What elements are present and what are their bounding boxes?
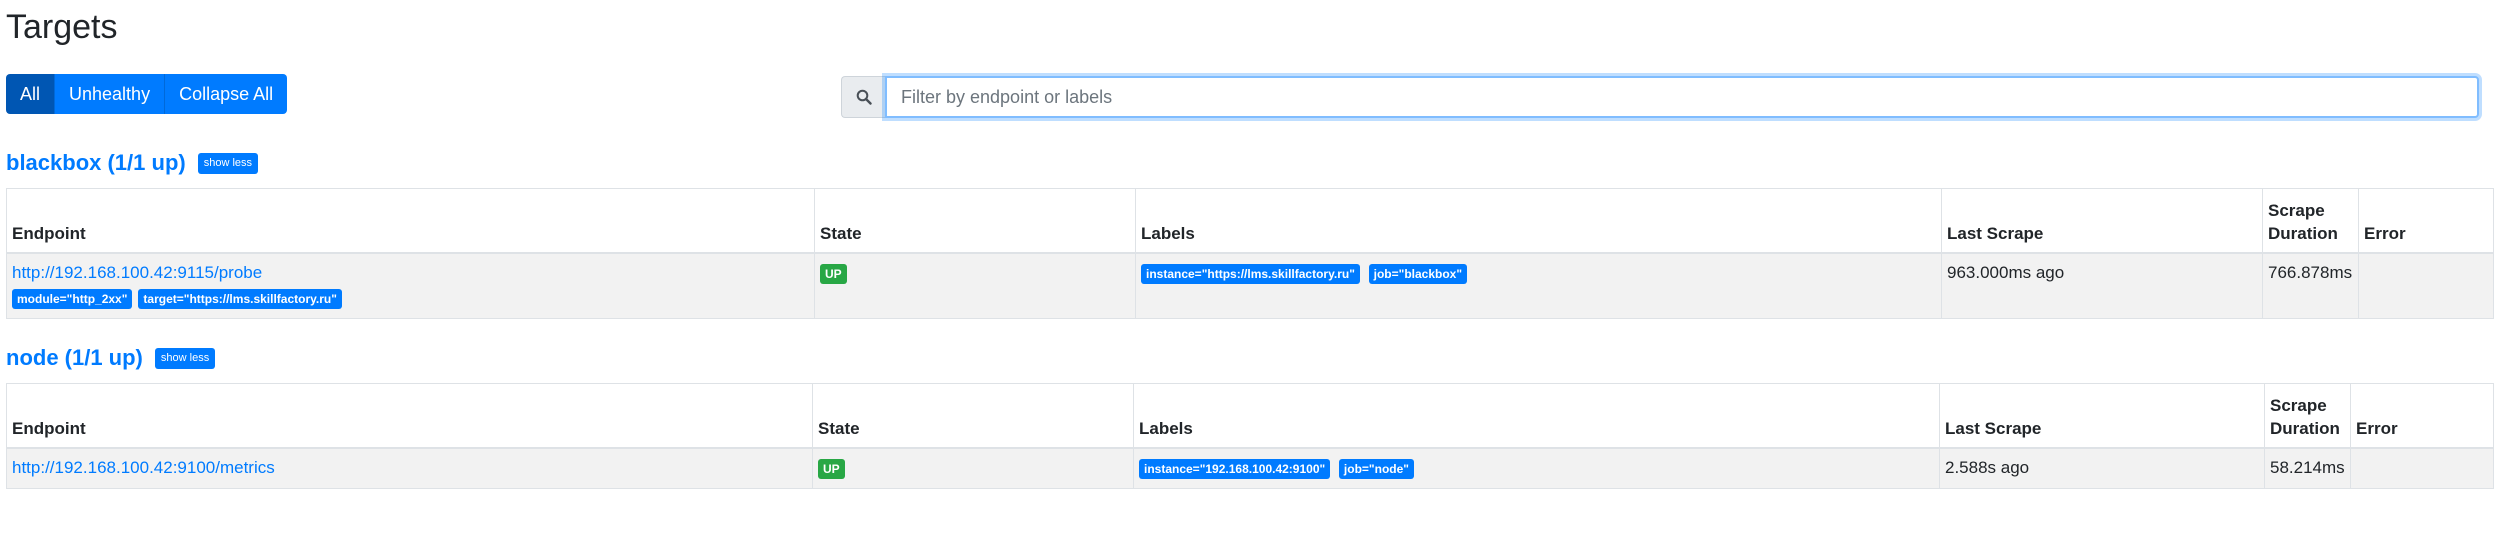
state-cell: UP [814,252,1136,319]
label-badge: job="blackbox" [1368,263,1468,284]
scrape-duration-cell: 58.214ms [2264,447,2351,489]
table-row: http://192.168.100.42:9115/probe module=… [6,252,2494,319]
column-header-endpoint: Endpoint [6,383,813,449]
state-badge: UP [820,263,847,284]
last-scrape-cell: 963.000ms ago [1941,252,2263,319]
unhealthy-button[interactable]: Unhealthy [55,74,166,114]
last-scrape-cell: 2.588s ago [1939,447,2265,489]
label-badge: instance="https://lms.skillfactory.ru" [1141,263,1360,284]
pool-title-link[interactable]: node (1/1 up) [6,345,143,371]
labels-cell: instance="192.168.100.42:9100" job="node… [1133,447,1940,489]
error-cell [2358,252,2494,319]
endpoint-cell: http://192.168.100.42:9100/metrics [6,447,813,489]
column-header-last-scrape: Last Scrape [1939,383,2265,449]
search-addon [841,76,885,118]
column-header-error: Error [2358,188,2494,254]
filter-button-group: All Unhealthy Collapse All [6,74,288,114]
pool-header-node: node (1/1 up) show less [6,345,216,371]
collapse-all-button[interactable]: Collapse All [165,74,288,114]
column-header-labels: Labels [1135,188,1942,254]
pool-header-blackbox: blackbox (1/1 up) show less [6,150,259,176]
all-button[interactable]: All [6,74,56,114]
column-header-last-scrape: Last Scrape [1941,188,2263,254]
targets-table-node: Endpoint State Labels Last Scrape Scrape… [6,383,2494,489]
error-cell [2350,447,2494,489]
column-header-state: State [812,383,1134,449]
scrape-duration-cell: 766.878ms [2262,252,2359,319]
column-header-endpoint: Endpoint [6,188,815,254]
endpoint-cell: http://192.168.100.42:9115/probe module=… [6,252,815,319]
label-badge: target="https://lms.skillfactory.ru" [138,288,342,309]
filter-bar [841,76,2479,118]
column-header-labels: Labels [1133,383,1940,449]
labels-cell: instance="https://lms.skillfactory.ru" j… [1135,252,1942,319]
column-header-scrape-duration: Scrape Duration [2264,383,2351,449]
column-header-state: State [814,188,1136,254]
endpoint-link[interactable]: http://192.168.100.42:9115/probe [12,263,262,282]
endpoint-link[interactable]: http://192.168.100.42:9100/metrics [12,458,275,477]
table-row: http://192.168.100.42:9100/metrics UP in… [6,447,2494,489]
table-header-row: Endpoint State Labels Last Scrape Scrape… [6,188,2494,254]
targets-table-blackbox: Endpoint State Labels Last Scrape Scrape… [6,188,2494,319]
state-badge: UP [818,458,845,479]
page-title: Targets [6,8,118,46]
label-badge: module="http_2xx" [12,288,133,309]
label-badge: instance="192.168.100.42:9100" [1139,458,1331,479]
search-icon [856,89,872,105]
state-cell: UP [812,447,1134,489]
pool-title-link[interactable]: blackbox (1/1 up) [6,150,186,176]
column-header-scrape-duration: Scrape Duration [2262,188,2359,254]
show-less-button[interactable]: show less [197,152,259,174]
label-badge: job="node" [1338,458,1414,479]
show-less-button[interactable]: show less [154,347,216,369]
table-header-row: Endpoint State Labels Last Scrape Scrape… [6,383,2494,449]
search-input[interactable] [885,76,2479,118]
endpoint-labels: module="http_2xx" target="https://lms.sk… [12,288,809,309]
column-header-error: Error [2350,383,2494,449]
